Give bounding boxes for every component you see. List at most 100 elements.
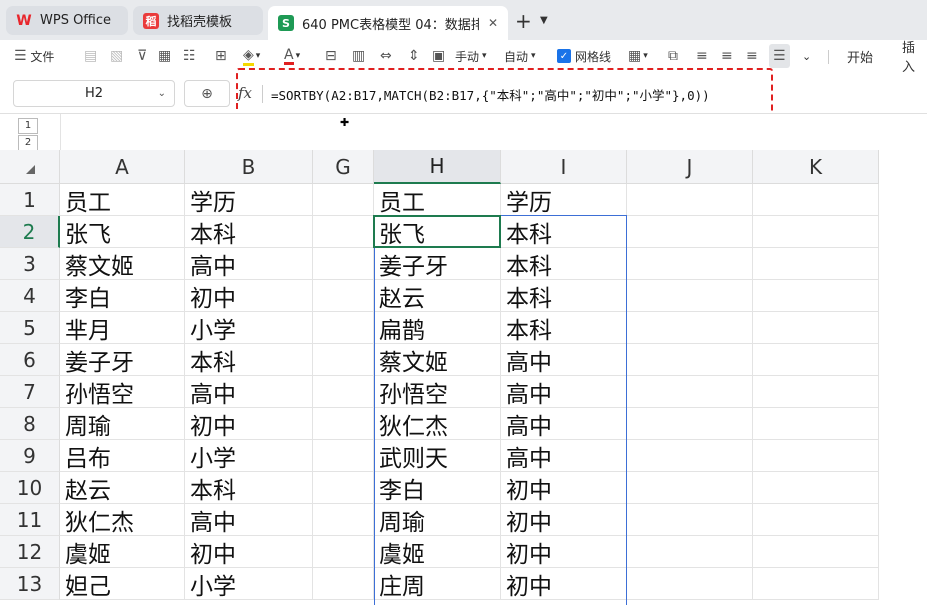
cell-k1[interactable] <box>753 184 879 216</box>
cell-a12[interactable]: 虞姬 <box>60 536 185 568</box>
cell-i5[interactable]: 本科 <box>501 312 627 344</box>
file-menu-button[interactable]: ☰ 文件 <box>14 44 54 68</box>
cell-h4[interactable]: 赵云 <box>374 280 501 312</box>
cell-a8[interactable]: 周瑜 <box>60 408 185 440</box>
column-header-b[interactable]: B <box>185 150 313 184</box>
cell-k12[interactable] <box>753 536 879 568</box>
row-col-button[interactable]: ☷ <box>183 44 196 68</box>
column-header-a[interactable]: A <box>60 150 185 184</box>
tab-insert[interactable]: 插入 <box>902 41 927 75</box>
cell-g10[interactable] <box>313 472 374 504</box>
merge-button[interactable]: ⊟ <box>325 44 337 68</box>
cell-j4[interactable] <box>627 280 753 312</box>
row-header-9[interactable]: 9 <box>0 440 60 472</box>
auto-button[interactable]: 自动 ▾ <box>504 44 536 68</box>
wrap-button[interactable]: ▥ <box>352 44 365 68</box>
row-header-4[interactable]: 4 <box>0 280 60 312</box>
format-painter-button[interactable]: ▤ <box>84 44 97 68</box>
cell-i12[interactable]: 初中 <box>501 536 627 568</box>
cell-b12[interactable]: 初中 <box>185 536 313 568</box>
cell-a11[interactable]: 狄仁杰 <box>60 504 185 536</box>
cell-i9[interactable]: 高中 <box>501 440 627 472</box>
cell-j8[interactable] <box>627 408 753 440</box>
cell-k3[interactable] <box>753 248 879 280</box>
cell-i8[interactable]: 高中 <box>501 408 627 440</box>
cell-b1[interactable]: 学历 <box>185 184 313 216</box>
borders-button[interactable]: ⊞ <box>215 44 227 68</box>
name-box[interactable]: H2 ⌄ <box>13 80 175 107</box>
cell-b13[interactable]: 小学 <box>185 568 313 600</box>
cell-h2[interactable]: 张飞 <box>374 216 501 248</box>
cell-g1[interactable] <box>313 184 374 216</box>
cell-i4[interactable]: 本科 <box>501 280 627 312</box>
align-left-button[interactable]: ≡ <box>696 44 708 68</box>
cell-i13[interactable]: 初中 <box>501 568 627 600</box>
cell-b6[interactable]: 本科 <box>185 344 313 376</box>
cell-h11[interactable]: 周瑜 <box>374 504 501 536</box>
cell-h7[interactable]: 孙悟空 <box>374 376 501 408</box>
cell-j6[interactable] <box>627 344 753 376</box>
zoom-button[interactable]: ⊕ <box>184 80 230 107</box>
cell-g11[interactable] <box>313 504 374 536</box>
row-header-3[interactable]: 3 <box>0 248 60 280</box>
cell-h9[interactable]: 武则天 <box>374 440 501 472</box>
cell-a9[interactable]: 吕布 <box>60 440 185 472</box>
row-header-2[interactable]: 2 <box>0 216 60 248</box>
cell-b3[interactable]: 高中 <box>185 248 313 280</box>
cell-h10[interactable]: 李白 <box>374 472 501 504</box>
cell-i10[interactable]: 初中 <box>501 472 627 504</box>
cell-h3[interactable]: 姜子牙 <box>374 248 501 280</box>
cell-a10[interactable]: 赵云 <box>60 472 185 504</box>
cell-j12[interactable] <box>627 536 753 568</box>
cell-a4[interactable]: 李白 <box>60 280 185 312</box>
row-header-7[interactable]: 7 <box>0 376 60 408</box>
cell-i3[interactable]: 本科 <box>501 248 627 280</box>
gridlines-toggle[interactable]: ✓ 网格线 <box>557 44 611 68</box>
cell-b10[interactable]: 本科 <box>185 472 313 504</box>
cell-b7[interactable]: 高中 <box>185 376 313 408</box>
cell-j13[interactable] <box>627 568 753 600</box>
cell-j1[interactable] <box>627 184 753 216</box>
tab-spreadsheet[interactable]: S 640 PMC表格模型 04：数据排序S ✕ <box>268 6 508 40</box>
cell-a5[interactable]: 芈月 <box>60 312 185 344</box>
cell-b2[interactable]: 本科 <box>185 216 313 248</box>
freeze-button[interactable]: ▦ <box>158 44 171 68</box>
row-header-10[interactable]: 10 <box>0 472 60 504</box>
align-right-button[interactable]: ≡ <box>746 44 758 68</box>
cell-g7[interactable] <box>313 376 374 408</box>
tab-wps-office[interactable]: W WPS Office <box>6 6 128 35</box>
cell-b4[interactable]: 初中 <box>185 280 313 312</box>
cell-h6[interactable]: 蔡文姬 <box>374 344 501 376</box>
cell-a1[interactable]: 员工 <box>60 184 185 216</box>
column-header-k[interactable]: K <box>753 150 879 184</box>
cell-i6[interactable]: 高中 <box>501 344 627 376</box>
cell-j3[interactable] <box>627 248 753 280</box>
cell-k7[interactable] <box>753 376 879 408</box>
row-header-6[interactable]: 6 <box>0 344 60 376</box>
width-button[interactable]: ⇔ <box>380 44 392 68</box>
cell-g3[interactable] <box>313 248 374 280</box>
tab-daoke-templates[interactable]: 稻 找稻壳模板 <box>133 6 263 35</box>
cell-j5[interactable] <box>627 312 753 344</box>
cell-k2[interactable] <box>753 216 879 248</box>
close-icon[interactable]: ✕ <box>488 16 498 30</box>
column-header-j[interactable]: J <box>627 150 753 184</box>
cell-j9[interactable] <box>627 440 753 472</box>
cell-a2[interactable]: 张飞 <box>60 216 185 248</box>
cell-i11[interactable]: 初中 <box>501 504 627 536</box>
select-all-corner[interactable] <box>0 150 60 184</box>
cell-h1[interactable]: 员工 <box>374 184 501 216</box>
cell-k10[interactable] <box>753 472 879 504</box>
cell-g5[interactable] <box>313 312 374 344</box>
cell-g9[interactable] <box>313 440 374 472</box>
tab-start[interactable]: 开始 <box>847 44 873 68</box>
cell-a3[interactable]: 蔡文姬 <box>60 248 185 280</box>
cell-g8[interactable] <box>313 408 374 440</box>
row-col-size-button[interactable]: ▣ <box>432 44 445 68</box>
cell-b5[interactable]: 小学 <box>185 312 313 344</box>
cell-g2[interactable] <box>313 216 374 248</box>
row-header-12[interactable]: 12 <box>0 536 60 568</box>
column-header-i[interactable]: I <box>501 150 627 184</box>
column-header-h[interactable]: H <box>374 150 501 184</box>
cell-k9[interactable] <box>753 440 879 472</box>
